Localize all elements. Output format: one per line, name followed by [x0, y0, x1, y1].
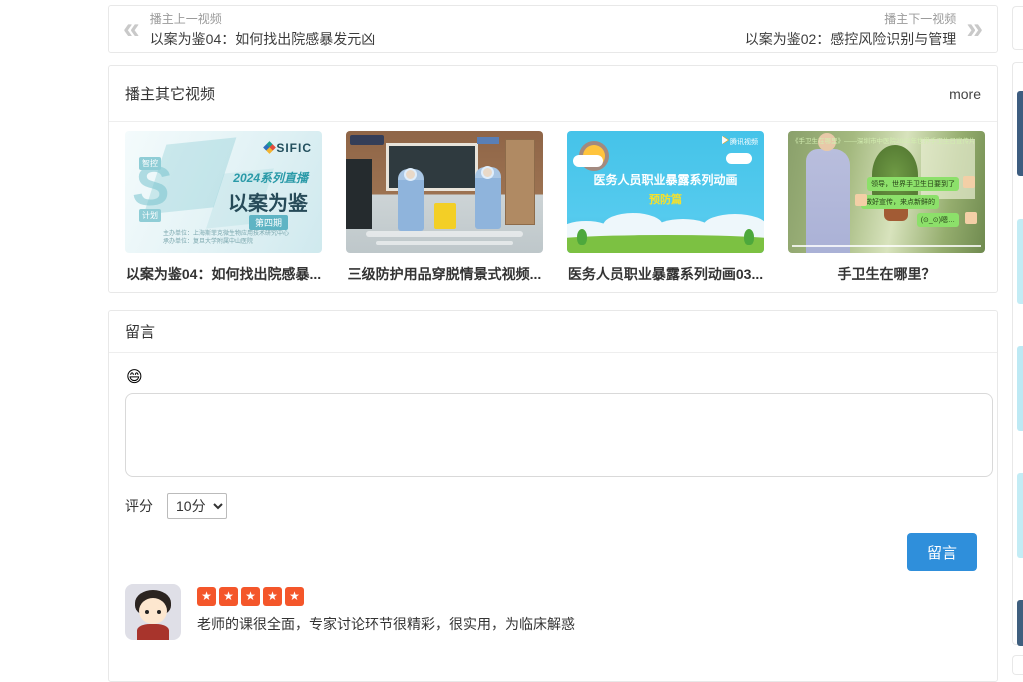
person-head — [404, 168, 417, 181]
right-sidebar-sliver — [1012, 0, 1023, 659]
subtitle-bar — [376, 241, 514, 245]
cloud-shape — [573, 155, 603, 167]
avatar-eye — [145, 610, 149, 614]
other-videos-title: 播主其它视频 — [125, 83, 215, 104]
comments-header: 留言 — [109, 311, 997, 353]
thumb3-subtitle-text: 预防篇 — [567, 191, 764, 207]
comments-panel: 留言 😄 评分 10分 留言 老师的课很全面，专家讨论环节很精彩，很实用，为临床… — [108, 310, 998, 682]
video-card-3[interactable]: 腾讯视频 医务人员职业暴露系列动画 预防篇 医务人员职业暴露系列动画03... — [567, 131, 764, 284]
other-videos-panel: 播主其它视频 more S 智控 计划 SIFIC 2024系列直播 以案为鉴 … — [108, 65, 998, 293]
comment-text: 老师的课很全面，专家讨论环节很精彩，很实用，为临床解惑 — [197, 614, 575, 634]
video-title[interactable]: 三级防护用品穿脱情景式视频... — [346, 264, 543, 284]
other-videos-header: 播主其它视频 more — [109, 66, 997, 122]
chat-avatar — [855, 194, 867, 206]
decor-door — [505, 139, 535, 225]
person-right — [475, 167, 501, 229]
avatar-shirt — [137, 624, 169, 640]
thumb1-main-title: 以案为鉴 — [228, 187, 308, 216]
person-shape — [806, 149, 850, 253]
sidebar-card-bottom — [1012, 655, 1023, 675]
chevrons-left-icon: « — [123, 14, 140, 44]
video-title[interactable]: 医务人员职业暴露系列动画03... — [567, 264, 764, 284]
person-left — [398, 169, 424, 231]
star-icon — [197, 587, 216, 606]
sidebar-thumb[interactable] — [1017, 600, 1023, 646]
tencent-video-logo: 腾讯视频 — [722, 136, 758, 147]
prev-video-title[interactable]: 以案为鉴04：如何找出院感暴发元凶 — [150, 29, 376, 49]
video-thumbnail-sific[interactable]: S 智控 计划 SIFIC 2024系列直播 以案为鉴 第四期 主办单位：上海斯… — [125, 131, 322, 253]
chat-bubble-3: (⊙_⊙)嗯… — [917, 213, 959, 227]
cloud-shape — [726, 153, 752, 164]
video-thumbnail-cartoon[interactable]: 腾讯视频 医务人员职业暴露系列动画 预防篇 — [567, 131, 764, 253]
chat-bubble-1: 领导，世界手卫生日要到了 — [867, 177, 959, 191]
tree-shape — [744, 229, 754, 245]
rating-select[interactable]: 10分 — [167, 493, 227, 519]
chat-avatar — [963, 176, 975, 188]
comments-title: 留言 — [125, 321, 155, 342]
submit-comment-button[interactable]: 留言 — [907, 533, 977, 571]
comment-content: 老师的课很全面，专家讨论环节很精彩，很实用，为临床解惑 — [197, 584, 575, 640]
decor-cabinet — [346, 159, 372, 229]
next-video-link[interactable]: 播主下一视频 以案为鉴02：感控风险识别与管理 » — [745, 10, 983, 49]
star-rating — [197, 587, 575, 606]
video-title[interactable]: 以案为鉴04：如何找出院感暴... — [125, 264, 322, 284]
commenter-avatar — [125, 584, 181, 640]
sific-logo-icon — [263, 141, 276, 154]
next-video-title[interactable]: 以案为鉴02：感控风险识别与管理 — [745, 29, 957, 49]
thumb3-title-text: 医务人员职业暴露系列动画 — [567, 171, 764, 188]
video-card-1[interactable]: S 智控 计划 SIFIC 2024系列直播 以案为鉴 第四期 主办单位：上海斯… — [125, 131, 322, 284]
emoji-picker-icon[interactable]: 😄 — [126, 367, 143, 387]
person-head — [481, 166, 494, 179]
comments-body: 😄 评分 10分 留言 老师的课很全面，专家讨论环节很精彩，很实用，为临床解惑 — [109, 353, 997, 640]
chat-avatar — [965, 212, 977, 224]
sidebar-thumb[interactable] — [1017, 473, 1023, 558]
avatar-eye — [157, 610, 161, 614]
more-link[interactable]: more — [949, 86, 981, 102]
chevrons-right-icon: » — [966, 14, 983, 44]
star-icon — [241, 587, 260, 606]
video-card-4[interactable]: 《手卫生在哪里》——深圳市中医院2022年世界手卫生日宣传片 领导，世界手卫生日… — [788, 131, 985, 284]
play-icon — [722, 136, 728, 144]
thumb4-topline-text: 《手卫生在哪里》——深圳市中医院2022年世界手卫生日宣传片 — [792, 135, 981, 145]
video-title[interactable]: 手卫生在哪里？ — [788, 264, 985, 284]
sidebar-thumb[interactable] — [1017, 91, 1023, 176]
plan-badge: 智控 — [139, 157, 161, 170]
video-list: S 智控 计划 SIFIC 2024系列直播 以案为鉴 第四期 主办单位：上海斯… — [109, 122, 997, 284]
video-prev-next-bar: « 播主上一视频 以案为鉴04：如何找出院感暴发元凶 播主下一视频 以案为鉴02… — [108, 5, 998, 53]
sidebar-thumb[interactable] — [1017, 346, 1023, 431]
star-icon — [285, 587, 304, 606]
prev-video-label: 播主上一视频 — [150, 10, 376, 27]
avatar-face — [139, 598, 167, 624]
submit-row: 留言 — [125, 533, 981, 571]
sific-logo: SIFIC — [265, 141, 312, 155]
sidebar-card-list — [1012, 62, 1023, 645]
prev-video-link[interactable]: « 播主上一视频 以案为鉴04：如何找出院感暴发元凶 — [123, 10, 375, 49]
rating-row: 评分 10分 — [125, 493, 981, 519]
plan-badge: 计划 — [139, 209, 161, 222]
star-icon — [263, 587, 282, 606]
thumb1-series-text: 2024系列直播 — [233, 169, 308, 186]
video-thumbnail-ppe[interactable] — [346, 131, 543, 253]
sidebar-thumb[interactable] — [1017, 219, 1023, 304]
tree-shape — [577, 229, 587, 245]
next-video-label: 播主下一视频 — [745, 10, 957, 27]
hill-shape — [567, 235, 764, 253]
chat-bubble-2: 做好宣传，来点新鲜的 — [861, 195, 939, 209]
star-icon — [219, 587, 238, 606]
medical-waste-bin — [434, 203, 456, 229]
thumb1-org-line2: 承办单位：复旦大学附属中山医院 — [163, 236, 253, 245]
sidebar-card-top — [1012, 6, 1023, 50]
rating-label: 评分 — [125, 496, 153, 516]
comment-entry: 老师的课很全面，专家讨论环节很精彩，很实用，为临床解惑 — [125, 584, 981, 640]
comment-input[interactable] — [125, 393, 993, 477]
video-card-2[interactable]: 三级防护用品穿脱情景式视频... — [346, 131, 543, 284]
decor-sign — [477, 137, 499, 144]
video-thumbnail-handwash[interactable]: 《手卫生在哪里》——深圳市中医院2022年世界手卫生日宣传片 领导，世界手卫生日… — [788, 131, 985, 253]
video-progress-bar — [792, 245, 981, 247]
subtitle-bar — [366, 231, 524, 237]
hospital-logo-badge — [350, 135, 384, 145]
